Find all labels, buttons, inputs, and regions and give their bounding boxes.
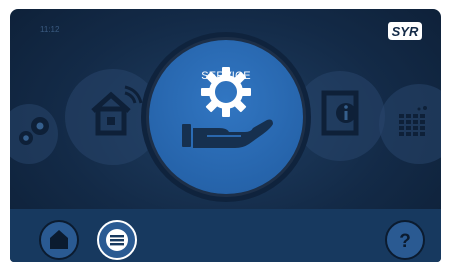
- settings-gears-icon: [19, 117, 49, 145]
- carousel-item-settings[interactable]: [10, 104, 58, 164]
- water-calendar-icon: [399, 106, 427, 136]
- home-icon: [50, 230, 68, 249]
- svg-text:SYR: SYR: [392, 24, 419, 39]
- help-button[interactable]: ?: [385, 220, 425, 260]
- syr-logo: SYR: [385, 19, 425, 48]
- svg-text:?: ?: [399, 231, 411, 252]
- menu-button[interactable]: [97, 220, 137, 260]
- service-hand-gear-icon: [182, 67, 273, 148]
- device-screen: 11:12 SYR SERVICE ?: [10, 9, 441, 262]
- status-time: 11:12: [40, 25, 60, 34]
- carousel-item-water-calendar[interactable]: [379, 84, 441, 164]
- service-label: SERVICE: [201, 70, 251, 82]
- smart-home-wifi-icon: [91, 85, 143, 136]
- service-button[interactable]: SERVICE: [149, 40, 303, 194]
- info-book-icon: [321, 90, 359, 136]
- menu-icon: [106, 229, 128, 251]
- help-icon: ?: [399, 231, 411, 252]
- home-button[interactable]: [39, 220, 79, 260]
